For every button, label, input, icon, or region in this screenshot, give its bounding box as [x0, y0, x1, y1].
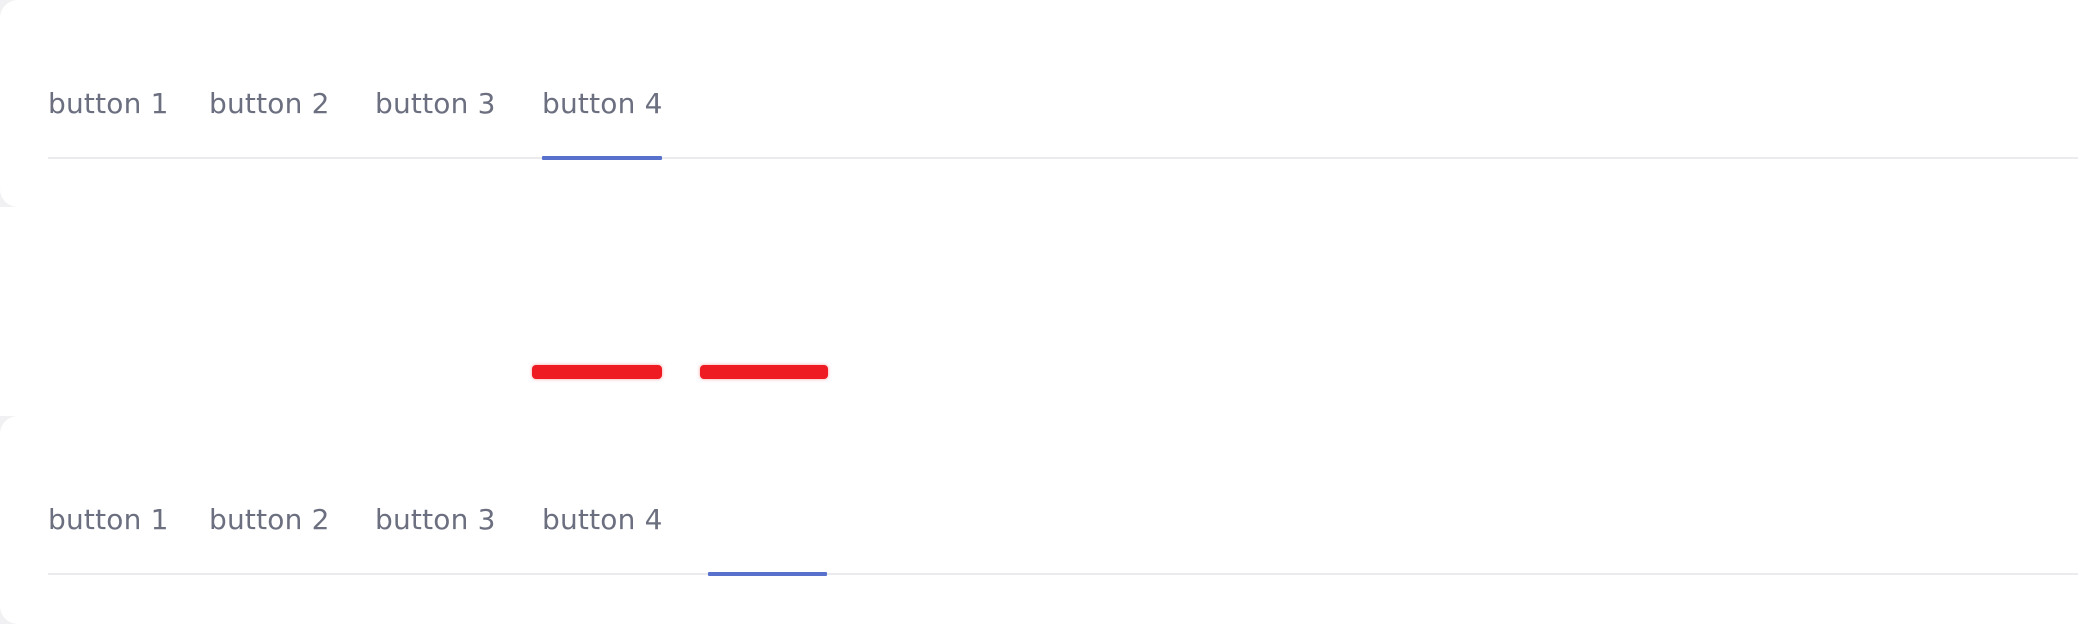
- tab-list-top: button 1 button 2 button 3 button 4: [48, 84, 2078, 124]
- tab-button-3[interactable]: button 3: [375, 84, 498, 124]
- tab-button-2[interactable]: button 2: [209, 84, 330, 124]
- tab-divider: [48, 573, 2078, 575]
- tab-bar-panel-bottom: button 1 button 2 button 3 button 4: [0, 416, 2078, 624]
- tab-button-1[interactable]: button 1: [48, 84, 168, 124]
- tab-button-2[interactable]: button 2: [209, 500, 330, 540]
- tab-indicator: [708, 572, 827, 576]
- tab-button-4[interactable]: button 4: [542, 84, 666, 124]
- tab-button-4[interactable]: button 4: [542, 500, 666, 540]
- tab-bar-panel-top: button 1 button 2 button 3 button 4: [0, 0, 2078, 207]
- tab-button-3[interactable]: button 3: [375, 500, 498, 540]
- red-highlight-mark: [532, 365, 662, 379]
- tab-divider: [48, 157, 2078, 159]
- red-highlight-mark: [700, 365, 828, 379]
- tab-button-1[interactable]: button 1: [48, 500, 168, 540]
- tab-list-bottom: button 1 button 2 button 3 button 4: [48, 500, 2078, 540]
- annotation-area: [0, 207, 2078, 416]
- active-tab-indicator: [542, 156, 662, 160]
